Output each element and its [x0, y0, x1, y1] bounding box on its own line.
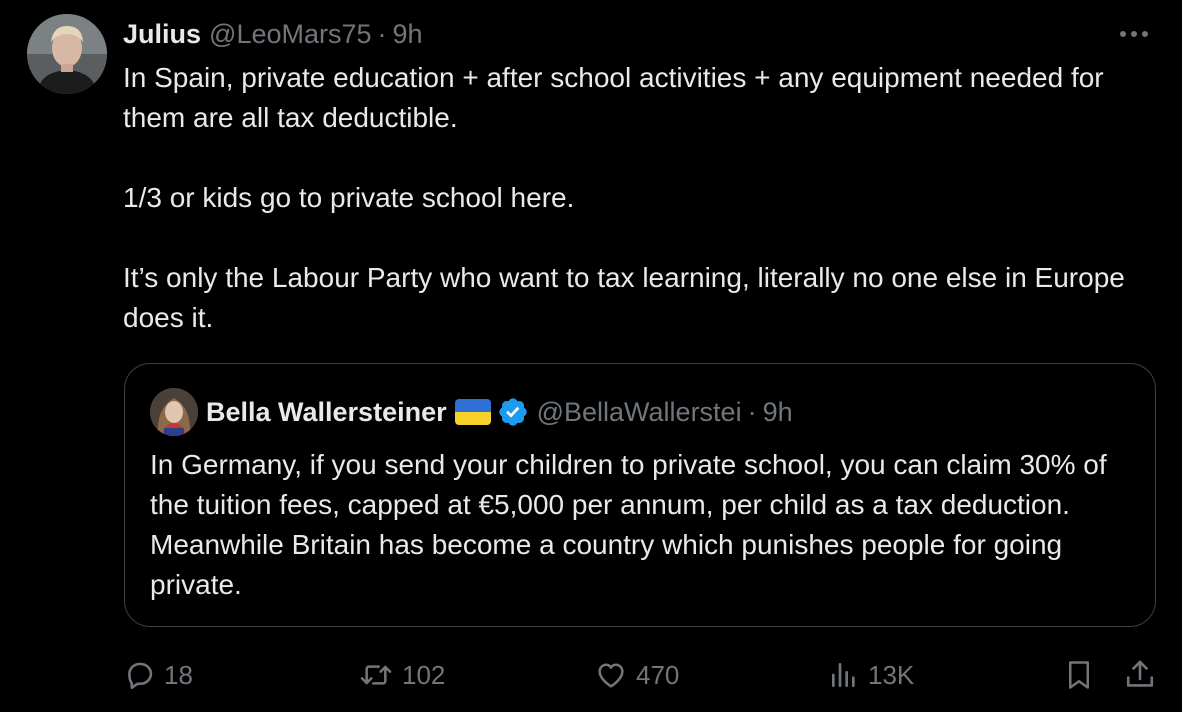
share-icon: [1126, 660, 1154, 687]
verified-badge-icon: [497, 396, 529, 428]
tweet-paragraph: In Spain, private education + after scho…: [123, 62, 1104, 133]
reply-button[interactable]: 18: [124, 658, 193, 692]
more-horizontal-icon: [1120, 31, 1148, 37]
ukraine-flag-icon: [454, 399, 491, 425]
reply-count: 18: [164, 659, 193, 690]
repost-count: 102: [402, 659, 446, 690]
reply-icon: [128, 662, 153, 690]
view-count: 13K: [868, 659, 915, 690]
like-button[interactable]: 470: [594, 658, 679, 692]
tweet-paragraph: It’s only the Labour Party who want to t…: [123, 262, 1125, 333]
like-count: 470: [636, 659, 680, 690]
repost-button[interactable]: 102: [358, 658, 445, 692]
tweet: Julius @LeoMars75 · 9h In Spain, private…: [0, 0, 1182, 712]
share-button[interactable]: [1124, 658, 1156, 692]
author-handle[interactable]: @LeoMars75: [209, 19, 372, 50]
quoted-tweet-header: Bella Wallersteiner @BellaWallerstei · 9…: [206, 393, 793, 431]
more-options-button[interactable]: [1114, 22, 1154, 46]
views-button[interactable]: 13K: [828, 658, 914, 692]
tweet-paragraph: 1/3 or kids go to private school here.: [123, 182, 575, 213]
quoted-tweet[interactable]: Bella Wallersteiner @BellaWallerstei · 9…: [124, 363, 1156, 627]
separator-dot: ·: [377, 18, 387, 49]
author-avatar[interactable]: [27, 14, 107, 94]
bookmark-icon: [1069, 661, 1089, 689]
quoted-author-avatar[interactable]: [150, 388, 198, 436]
quoted-author-name[interactable]: Bella Wallersteiner: [206, 397, 447, 428]
quoted-author-handle[interactable]: @BellaWallerstei: [537, 397, 742, 428]
tweet-header: Julius @LeoMars75 · 9h: [123, 16, 423, 52]
tweet-timestamp[interactable]: 9h: [393, 19, 423, 50]
author-name[interactable]: Julius: [123, 19, 201, 50]
separator-dot: ·: [747, 396, 757, 427]
tweet-actions: 18 102 470 13K: [0, 650, 1182, 700]
tweet-text: In Spain, private education + after scho…: [123, 58, 1143, 338]
quoted-tweet-timestamp[interactable]: 9h: [763, 397, 793, 428]
quoted-tweet-text: In Germany, if you send your children to…: [150, 449, 1107, 600]
heart-icon: [598, 663, 624, 688]
bookmark-button[interactable]: [1064, 658, 1094, 692]
views-icon: [832, 663, 855, 687]
repost-icon: [360, 665, 392, 685]
